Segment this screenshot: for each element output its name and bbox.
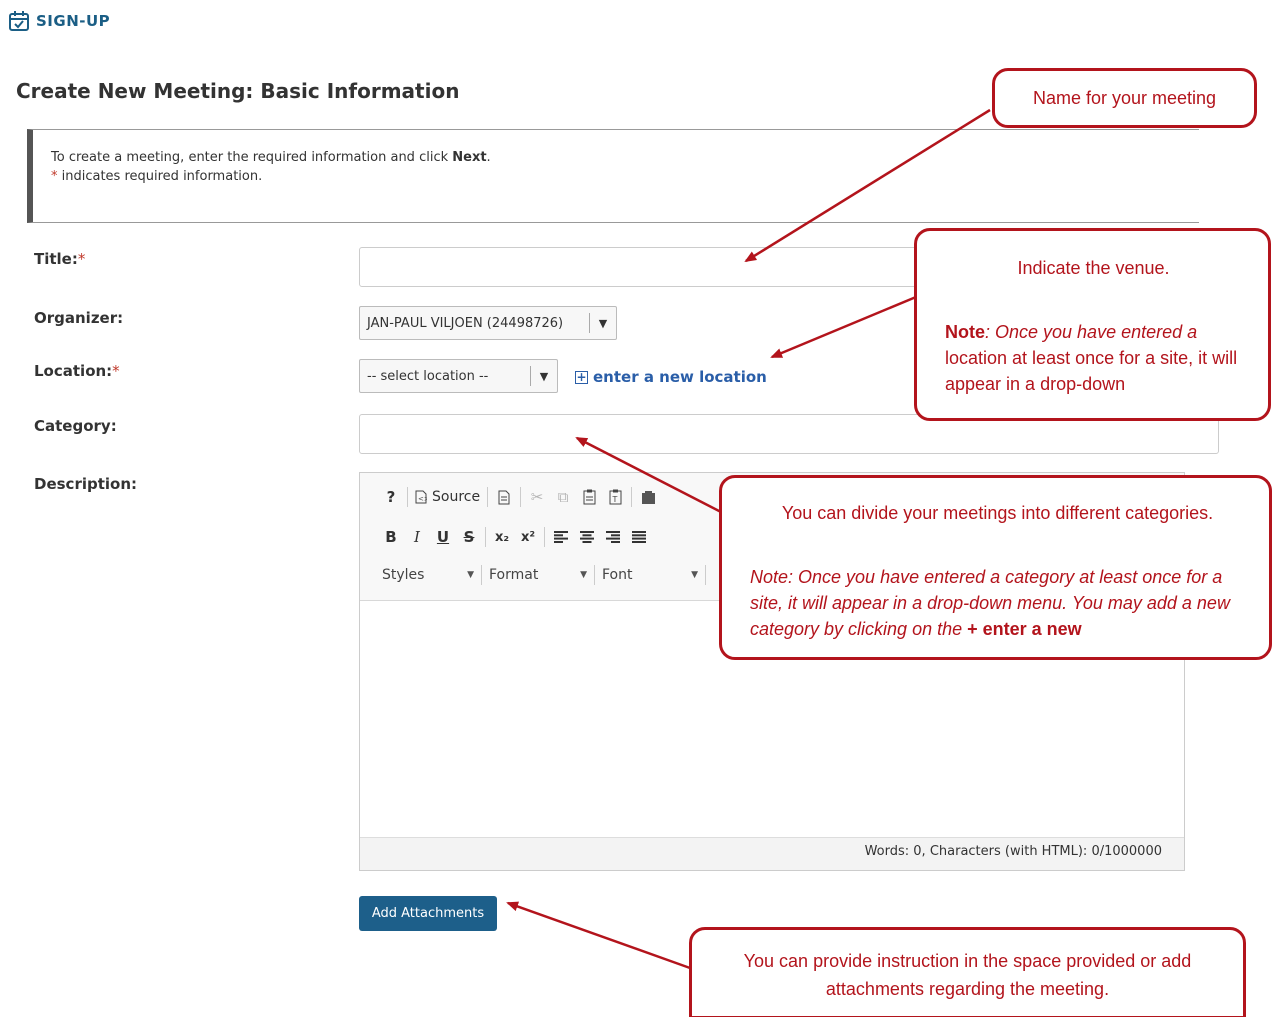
callout-venue-title: Indicate the venue. <box>1017 258 1170 278</box>
callout-category-note: Note: Once you have entered a category a… <box>750 564 1245 642</box>
category-note-bold: + enter a new <box>967 619 1082 639</box>
callout-meeting-name: Name for your meeting <box>992 68 1257 128</box>
note-rest: location at least once for a site, it wi… <box>945 348 1238 394</box>
callout-attachments: You can provide instruction in the space… <box>689 927 1246 1017</box>
arrow-to-category <box>575 436 722 514</box>
callout-category: You can divide your meetings into differ… <box>719 475 1272 660</box>
callout-category-title: You can divide your meetings into differ… <box>781 503 1214 523</box>
note-label: Note <box>945 322 985 342</box>
arrow-to-location <box>770 295 917 359</box>
callout-venue: Indicate the venue. Note: Once you have … <box>914 228 1271 421</box>
callout-venue-note: Note: Once you have entered a location a… <box>945 319 1242 397</box>
callout-attachments-text: You can provide instruction in the space… <box>743 951 1192 999</box>
note-italic: : Once you have entered a <box>985 322 1198 342</box>
callout-meeting-name-text: Name for your meeting <box>1032 88 1217 108</box>
arrow-to-attachments <box>506 901 691 970</box>
